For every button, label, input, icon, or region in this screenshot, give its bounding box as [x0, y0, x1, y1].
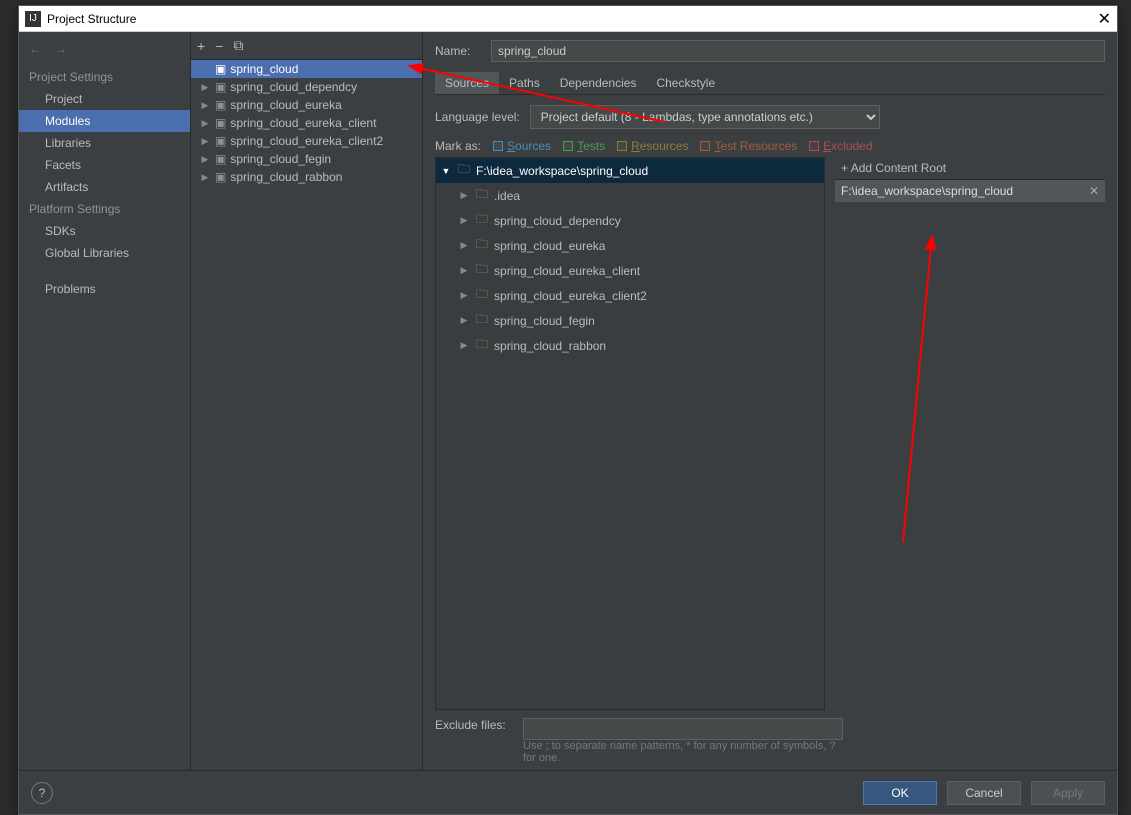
name-label: Name:	[435, 44, 481, 58]
module-item[interactable]: ▶▣spring_cloud_dependcy	[191, 78, 422, 96]
apply-button[interactable]: Apply	[1031, 781, 1105, 805]
folder-icon: ▣	[215, 170, 226, 184]
content-roots-panel: + Add Content Root F:\idea_workspace\spr…	[835, 157, 1105, 710]
content-tree-item[interactable]: ▶🗀spring_cloud_eureka	[436, 233, 824, 258]
module-tree[interactable]: ▣spring_cloud▶▣spring_cloud_dependcy▶▣sp…	[191, 60, 422, 770]
tab-sources[interactable]: Sources	[435, 72, 499, 94]
dialog-footer: ? OK Cancel Apply	[19, 770, 1117, 814]
nav-item-problems[interactable]: Problems	[19, 278, 190, 300]
mark-as-label: Mark as:	[435, 139, 481, 153]
remove-module-icon[interactable]: −	[215, 38, 223, 54]
content-tree-item[interactable]: ▶🗀.idea	[436, 183, 824, 208]
mark-test-resources[interactable]: Test Resources	[700, 139, 797, 153]
content-tree[interactable]: ▼🗀F:\idea_workspace\spring_cloud▶🗀.idea▶…	[435, 157, 825, 710]
folder-icon: ▣	[215, 116, 226, 130]
plus-icon: +	[841, 161, 848, 175]
window-title: Project Structure	[47, 12, 136, 26]
nav-forward-icon[interactable]: →	[55, 42, 67, 56]
folder-icon: 🗀	[476, 285, 488, 306]
add-module-icon[interactable]: +	[197, 38, 205, 54]
folder-icon: 🗀	[476, 185, 488, 206]
folder-icon: 🗀	[476, 260, 488, 281]
folder-icon: 🗀	[476, 235, 488, 256]
nav-item-artifacts[interactable]: Artifacts	[19, 176, 190, 198]
module-detail-panel: Name: SourcesPathsDependenciesCheckstyle…	[423, 32, 1117, 770]
exclude-files-label: Exclude files:	[435, 718, 513, 732]
folder-icon: 🗀	[476, 310, 488, 331]
module-item[interactable]: ▶▣spring_cloud_eureka_client2	[191, 132, 422, 150]
module-tree-panel: + − ⧉ ▣spring_cloud▶▣spring_cloud_depend…	[191, 32, 423, 770]
folder-icon: 🗀	[458, 160, 470, 181]
folder-icon: ▣	[215, 134, 226, 148]
sources-area: ▼🗀F:\idea_workspace\spring_cloud▶🗀.idea▶…	[435, 157, 1105, 710]
content-tree-item[interactable]: ▶🗀spring_cloud_eureka_client2	[436, 283, 824, 308]
copy-module-icon[interactable]: ⧉	[233, 37, 243, 54]
section-project-settings: Project Settings	[19, 66, 190, 88]
folder-icon: 🗀	[476, 210, 488, 231]
nav-item-facets[interactable]: Facets	[19, 154, 190, 176]
folder-icon: 🗀	[476, 335, 488, 356]
content-tree-item[interactable]: ▼🗀F:\idea_workspace\spring_cloud	[436, 158, 824, 183]
dialog-body: ← → Project Settings ProjectModulesLibra…	[19, 32, 1117, 814]
folder-icon: ▣	[215, 152, 226, 166]
content-tree-item[interactable]: ▶🗀spring_cloud_fegin	[436, 308, 824, 333]
tab-paths[interactable]: Paths	[499, 72, 550, 94]
module-item[interactable]: ▶▣spring_cloud_eureka_client	[191, 114, 422, 132]
module-item[interactable]: ▶▣spring_cloud_fegin	[191, 150, 422, 168]
module-item[interactable]: ▶▣spring_cloud_eureka	[191, 96, 422, 114]
nav-item-sdks[interactable]: SDKs	[19, 220, 190, 242]
cancel-button[interactable]: Cancel	[947, 781, 1021, 805]
remove-content-root-icon[interactable]: ✕	[1089, 184, 1099, 198]
nav-item-libraries[interactable]: Libraries	[19, 132, 190, 154]
ok-button[interactable]: OK	[863, 781, 937, 805]
mark-excluded[interactable]: Excluded	[809, 139, 872, 153]
app-icon: IJ	[25, 11, 41, 27]
language-level-select[interactable]: Project default (8 - Lambdas, type annot…	[530, 105, 880, 129]
tree-toolbar: + − ⧉	[191, 32, 422, 60]
add-content-root-button[interactable]: + Add Content Root	[835, 157, 1105, 180]
language-level-label: Language level:	[435, 110, 520, 124]
mark-as-row: Mark as: Sources Tests Resources Test Resou…	[435, 139, 1105, 153]
folder-icon: ▣	[215, 62, 226, 76]
title-bar: IJ Project Structure ✕	[19, 6, 1117, 32]
exclude-files-input[interactable]	[523, 718, 843, 740]
module-item[interactable]: ▶▣spring_cloud_rabbon	[191, 168, 422, 186]
mark-tests[interactable]: Tests	[563, 139, 605, 153]
module-item[interactable]: ▣spring_cloud	[191, 60, 422, 78]
mark-resources[interactable]: Resources	[617, 139, 688, 153]
folder-icon: ▣	[215, 98, 226, 112]
content-area: ← → Project Settings ProjectModulesLibra…	[19, 32, 1117, 770]
settings-nav: ← → Project Settings ProjectModulesLibra…	[19, 32, 191, 770]
nav-item-global-libraries[interactable]: Global Libraries	[19, 242, 190, 264]
help-button[interactable]: ?	[31, 782, 53, 804]
exclude-files-hint: Use ; to separate name patterns, * for a…	[523, 740, 843, 764]
module-name-input[interactable]	[491, 40, 1105, 62]
project-structure-dialog: IJ Project Structure ✕ ← → Project Setti…	[18, 5, 1118, 815]
tab-checkstyle[interactable]: Checkstyle	[646, 72, 725, 94]
content-root-path: F:\idea_workspace\spring_cloud	[841, 184, 1013, 198]
mark-sources[interactable]: Sources	[493, 139, 551, 153]
nav-back-icon[interactable]: ←	[29, 42, 41, 56]
folder-icon: ▣	[215, 80, 226, 94]
tab-dependencies[interactable]: Dependencies	[550, 72, 647, 94]
content-tree-item[interactable]: ▶🗀spring_cloud_rabbon	[436, 333, 824, 358]
close-icon[interactable]: ✕	[1098, 9, 1111, 29]
section-platform-settings: Platform Settings	[19, 198, 190, 220]
content-root-item[interactable]: F:\idea_workspace\spring_cloud ✕	[835, 180, 1105, 202]
content-tree-item[interactable]: ▶🗀spring_cloud_dependcy	[436, 208, 824, 233]
nav-item-modules[interactable]: Modules	[19, 110, 190, 132]
module-tabs: SourcesPathsDependenciesCheckstyle	[435, 72, 1105, 95]
content-tree-item[interactable]: ▶🗀spring_cloud_eureka_client	[436, 258, 824, 283]
nav-item-project[interactable]: Project	[19, 88, 190, 110]
